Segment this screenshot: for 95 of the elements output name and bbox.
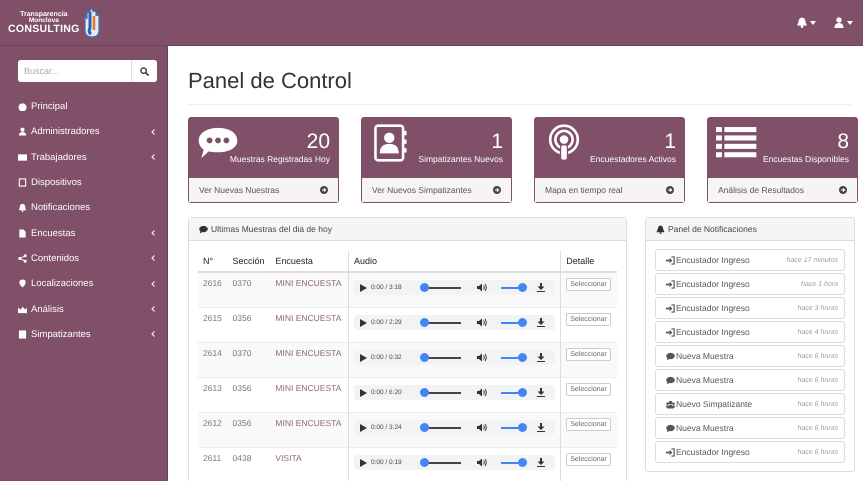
stat-label: Encuestadores Activos bbox=[590, 153, 676, 166]
stat-label: Muestras Registradas Hoy bbox=[230, 153, 330, 166]
volume-icon[interactable] bbox=[476, 458, 487, 467]
user-icon bbox=[834, 17, 844, 28]
panel-title: Panel de Notificaciones bbox=[668, 224, 757, 234]
bell-icon bbox=[797, 17, 807, 28]
table-cell: MINI ENCUESTA bbox=[270, 412, 348, 448]
sidebar-item[interactable]: Simpatizantes bbox=[10, 322, 157, 347]
stat-link[interactable]: Análisis de Resultados bbox=[708, 178, 857, 202]
notification-text: Encustador Ingreso bbox=[676, 279, 750, 289]
stat-count: 1 bbox=[664, 130, 676, 154]
table-cell: 0370 bbox=[228, 342, 270, 378]
notification-text: Nuevo Simpatizante bbox=[676, 399, 752, 409]
notification-text: Encustador Ingreso bbox=[676, 447, 750, 457]
arrow-circle-icon bbox=[320, 186, 328, 194]
notification-text: Nueva Muestra bbox=[676, 375, 734, 385]
sidebar-item[interactable]: Contenidos bbox=[10, 246, 157, 272]
search-button[interactable] bbox=[131, 60, 157, 82]
stat-count: 1 bbox=[491, 130, 503, 154]
speech-bubble-icon bbox=[666, 352, 675, 360]
notification-text: Nueva Muestra bbox=[676, 423, 734, 433]
notification-text: Nueva Muestra bbox=[676, 351, 734, 361]
play-icon[interactable] bbox=[360, 318, 367, 326]
stat-count: 20 bbox=[306, 130, 330, 154]
brand-name: CONSULTING bbox=[8, 24, 80, 34]
bell-icon bbox=[656, 224, 665, 234]
play-icon[interactable] bbox=[360, 458, 367, 466]
speech-bubble-icon bbox=[199, 224, 208, 234]
sign-in-icon bbox=[666, 256, 675, 264]
stat-link[interactable]: Mapa en tiempo real bbox=[535, 178, 684, 202]
notification-text: Encustador Ingreso bbox=[676, 255, 750, 265]
table-cell: 2611 bbox=[198, 448, 228, 481]
table-cell: VISITA bbox=[270, 448, 348, 481]
download-icon[interactable] bbox=[536, 318, 545, 327]
table-cell: 0370 bbox=[228, 272, 270, 308]
users-icon bbox=[666, 400, 675, 408]
search-field[interactable]: Buscar... bbox=[18, 60, 157, 82]
sidebar-item[interactable]: Notificaciones bbox=[10, 195, 157, 220]
stat-link[interactable]: Ver Nuevos Simpatizantes bbox=[362, 178, 511, 202]
speech-bubble-icon bbox=[666, 376, 675, 384]
sidebar-item[interactable]: Dispositivos bbox=[10, 170, 157, 196]
volume-icon[interactable] bbox=[476, 283, 487, 292]
table-cell: 0438 bbox=[228, 448, 270, 481]
notifications-dropdown[interactable] bbox=[797, 17, 816, 28]
pin-icon bbox=[18, 279, 27, 288]
table-cell: MINI ENCUESTA bbox=[270, 342, 348, 378]
table-cell: MINI ENCUESTA bbox=[270, 272, 348, 308]
download-icon[interactable] bbox=[536, 423, 545, 432]
download-icon[interactable] bbox=[536, 353, 545, 362]
play-icon[interactable] bbox=[360, 388, 367, 396]
sidebar-item[interactable]: Localizaciones bbox=[10, 271, 157, 296]
play-icon[interactable] bbox=[360, 354, 367, 362]
file-icon bbox=[18, 228, 27, 238]
table-cell: 2614 bbox=[198, 342, 228, 378]
share-icon bbox=[18, 254, 27, 263]
sidebar-item[interactable]: Administradores bbox=[10, 119, 157, 145]
stat-label: Simpatizantes Nuevos bbox=[418, 153, 503, 166]
volume-icon[interactable] bbox=[476, 423, 487, 432]
user-dropdown[interactable] bbox=[834, 17, 853, 28]
hand-logo bbox=[82, 8, 102, 38]
sign-in-icon bbox=[666, 328, 675, 336]
sign-in-icon bbox=[666, 304, 675, 312]
search-icon bbox=[140, 66, 149, 76]
arrow-circle-icon bbox=[839, 186, 847, 194]
sign-in-icon bbox=[666, 448, 675, 456]
panel-title: Ultimas Muestras del dia de hoy bbox=[211, 224, 332, 234]
volume-icon[interactable] bbox=[476, 318, 487, 327]
caret-icon bbox=[810, 20, 816, 24]
arrow-circle-icon bbox=[666, 186, 674, 194]
table-cell: 0356 bbox=[228, 412, 270, 448]
stat-label: Encuestas Disponibles bbox=[763, 153, 849, 166]
speech-bubble-icon bbox=[666, 424, 675, 432]
play-icon[interactable] bbox=[360, 424, 367, 432]
stat-link[interactable]: Ver Nuevas Nuestras bbox=[189, 178, 338, 202]
sidebar-item[interactable]: Trabajadores bbox=[10, 144, 157, 170]
table-cell: 2612 bbox=[198, 412, 228, 448]
notification-text: Encustador Ingreso bbox=[676, 327, 750, 337]
sidebar-item[interactable]: Encuestas bbox=[10, 220, 157, 246]
sidebar-item[interactable]: Análisis bbox=[10, 296, 157, 322]
table-cell: 2616 bbox=[198, 272, 228, 308]
download-icon[interactable] bbox=[536, 283, 545, 292]
stat-count: 8 bbox=[837, 130, 849, 154]
sign-in-icon bbox=[666, 280, 675, 288]
caret-icon bbox=[847, 20, 853, 24]
user-icon bbox=[18, 127, 27, 136]
play-icon[interactable] bbox=[360, 284, 367, 292]
volume-icon[interactable] bbox=[476, 353, 487, 362]
bell-icon bbox=[18, 203, 27, 212]
download-icon[interactable] bbox=[536, 388, 545, 397]
arrow-circle-icon bbox=[493, 186, 501, 194]
volume-icon[interactable] bbox=[476, 388, 487, 397]
notification-text: Encustador Ingreso bbox=[676, 303, 750, 313]
page-title: Panel de Control bbox=[188, 68, 851, 105]
download-icon[interactable] bbox=[536, 458, 545, 467]
sidebar-item[interactable]: Principal bbox=[10, 94, 157, 120]
